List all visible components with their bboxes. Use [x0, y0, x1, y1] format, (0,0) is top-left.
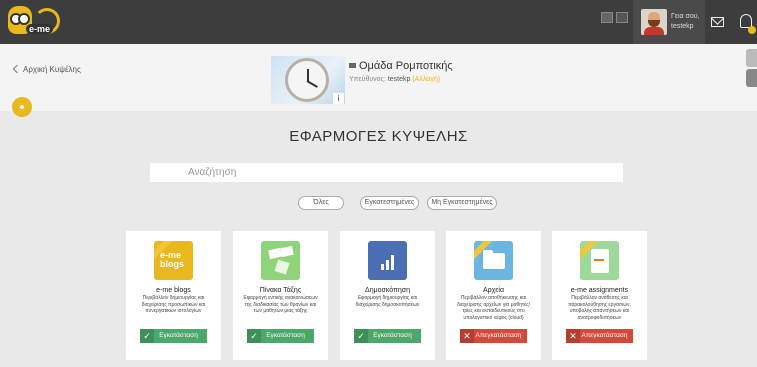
clock-image: [285, 58, 329, 102]
app-description: Εφαρμογή εντικής ανακοινώσεων της διαδικ…: [243, 295, 318, 314]
app-description: Εφαρμογή δημιουργίας και διαχείρισης δημ…: [355, 295, 420, 308]
app-card-blogs: e-me blogs e-me blogs Περιβάλλον δημιουρ…: [126, 231, 221, 360]
notification-badge: [748, 26, 756, 34]
uninstall-button[interactable]: ✕ Απεγκατάσταση: [566, 329, 633, 343]
avatar: [641, 9, 667, 35]
app-name: Αρχεία: [482, 287, 505, 294]
group-owner: Υπεύθυνος: testekp (Αλλαγή): [349, 76, 441, 83]
info-icon[interactable]: i: [333, 93, 344, 104]
filter-pills: Όλες Εγκατεστημένες Μη Εγκατεστημένες: [0, 196, 757, 210]
mail-icon[interactable]: [711, 17, 724, 27]
poll-icon: [368, 241, 407, 280]
page-title: ΕΦΑΡΜΟΓΕΣ ΚΥΨΕΛΗΣ: [289, 128, 468, 145]
app-name: Δημοσκόπηση: [365, 287, 410, 294]
app-name: e-me assignments: [570, 287, 629, 294]
app-card-files: Αρχεία Περιβάλλον αποθήκευσης και διαχεί…: [446, 231, 541, 360]
user-greeting: Γεια σου, testekp: [671, 13, 700, 30]
change-owner-link[interactable]: (Αλλαγή): [412, 76, 440, 83]
app-card-poll: Δημοσκόπηση Εφαρμογή δημιουργίας και δια…: [340, 231, 435, 360]
app-card-assignments: e-me assignments Περιβάλλον ανάθεσης και…: [552, 231, 647, 360]
blogs-icon: e-me blogs: [154, 241, 193, 280]
side-tab-edit[interactable]: [746, 69, 757, 87]
close-icon: ✕: [566, 329, 580, 343]
assignments-icon: [580, 241, 619, 280]
app-name: Πίνακα Τάξης: [259, 287, 302, 294]
filter-all[interactable]: Όλες: [298, 196, 344, 210]
close-icon: ✕: [460, 329, 474, 343]
back-link[interactable]: Αρχική Κυψέλης: [12, 64, 81, 74]
uninstall-button[interactable]: ✕ Απεγκατάσταση: [460, 329, 527, 343]
app-description: Περιβάλλον αποθήκευσης και διαχείρισης α…: [456, 295, 531, 321]
search-input[interactable]: [150, 163, 623, 182]
group-image: i: [271, 56, 345, 104]
files-icon: [474, 241, 513, 280]
install-button[interactable]: ✓ Εγκατάσταση: [247, 329, 314, 343]
app-description: Περιβάλλον δημιουργίας και διαχείρισης π…: [141, 295, 206, 314]
check-icon: ✓: [247, 329, 261, 343]
group-title: Ομάδα Ρομποτικής: [349, 60, 453, 72]
e-me-logo[interactable]: e-me: [8, 6, 60, 38]
class-board-icon: [261, 241, 300, 280]
install-button[interactable]: ✓ Εγκατάσταση: [140, 329, 207, 343]
side-tab-top[interactable]: [746, 49, 757, 67]
settings-gear-icon[interactable]: [12, 97, 32, 117]
filter-not-installed[interactable]: Μη Εγκατεστημένες: [427, 196, 497, 210]
check-icon: ✓: [140, 329, 154, 343]
check-icon: ✓: [354, 329, 368, 343]
filter-installed[interactable]: Εγκατεστημένες: [360, 196, 419, 210]
chevron-left-icon: [12, 64, 22, 74]
logo-text: e-me: [26, 24, 54, 34]
app-name: e-me blogs: [156, 287, 191, 294]
app-description: Περιβάλλον ανάθεσης και παρακολούθησης ε…: [568, 295, 631, 321]
group-type-icon: [349, 63, 356, 68]
install-button[interactable]: ✓ Εγκατάσταση: [354, 329, 421, 343]
group-header: Αρχική Κυψέλης i Ομάδα Ρομποτικής Υπεύθυ…: [0, 44, 757, 111]
user-menu[interactable]: Γεια σου, testekp: [633, 0, 705, 44]
top-bar: e-me Γεια σου, testekp: [0, 0, 757, 44]
layout-toggle-icon[interactable]: [616, 12, 628, 23]
app-card-class-board: Πίνακα Τάξης Εφαρμογή εντικής ανακοινώσε…: [233, 231, 328, 360]
window-toggle-icon[interactable]: [601, 12, 613, 23]
